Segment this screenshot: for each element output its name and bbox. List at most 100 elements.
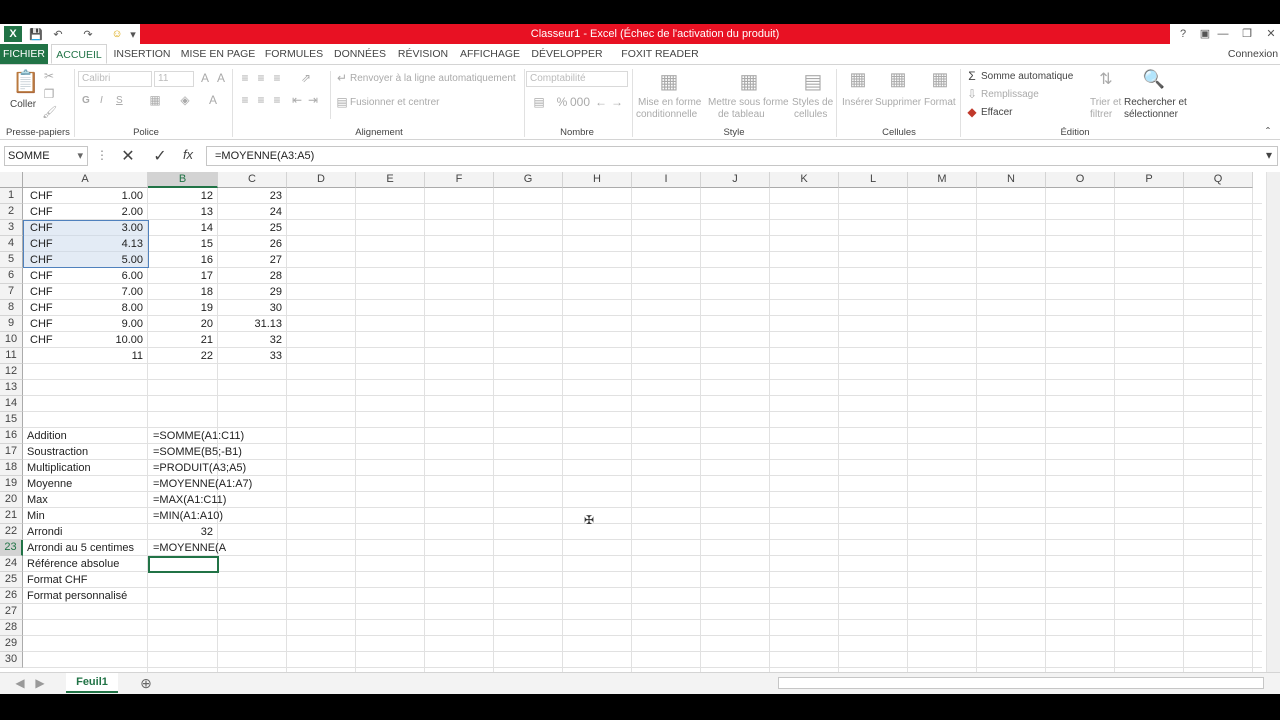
wrap-text-button[interactable]: Renvoyer à la ligne automatiquement xyxy=(350,73,516,84)
column-header-q[interactable]: Q xyxy=(1184,172,1253,188)
delete-cells-button[interactable]: Supprimer xyxy=(875,97,921,108)
row-header-13[interactable]: 13 xyxy=(0,380,23,396)
undo-icon[interactable]: ↶ xyxy=(50,26,66,42)
row-header-24[interactable]: 24 xyxy=(0,556,23,572)
cell-a21[interactable]: Min xyxy=(24,508,149,524)
vertical-scrollbar[interactable] xyxy=(1266,172,1280,672)
collapse-ribbon-icon[interactable]: ˆ xyxy=(1262,125,1274,139)
cell-b10[interactable]: 21 xyxy=(148,332,216,348)
cell-c9[interactable]: 31.13 xyxy=(218,316,285,332)
insert-cells-button[interactable]: Insérer xyxy=(842,97,873,108)
clear-button[interactable]: Effacer xyxy=(981,107,1013,118)
cell-b19[interactable]: =MOYENNE(A1:A7) xyxy=(150,476,252,492)
row-header-18[interactable]: 18 xyxy=(0,460,23,476)
cell-b23[interactable]: =MOYENNE(A xyxy=(150,540,226,556)
paste-button[interactable]: Coller xyxy=(10,99,36,110)
tab-accueil[interactable]: ACCUEIL xyxy=(51,44,107,64)
font-size-select[interactable]: 11 xyxy=(154,71,194,87)
align-middle-icon[interactable]: ≡ xyxy=(254,71,268,85)
cell-b11[interactable]: 22 xyxy=(148,348,216,364)
sort-filter-icon[interactable]: ⇅ xyxy=(1094,69,1118,95)
cell-a18[interactable]: Multiplication xyxy=(24,460,149,476)
orientation-icon[interactable]: ⇗ xyxy=(296,71,316,85)
bold-button[interactable]: G xyxy=(82,95,90,106)
cell-c3[interactable]: 25 xyxy=(218,220,285,236)
cell-c10[interactable]: 32 xyxy=(218,332,285,348)
cell-styles-label-1[interactable]: Styles de xyxy=(792,97,833,108)
row-header-5[interactable]: 5 xyxy=(0,252,23,268)
active-cell-b23[interactable] xyxy=(148,556,219,573)
row-header-21[interactable]: 21 xyxy=(0,508,23,524)
select-all-corner[interactable] xyxy=(0,172,23,188)
font-name-select[interactable]: Calibri xyxy=(78,71,152,87)
cell-a16[interactable]: Addition xyxy=(24,428,149,444)
cell-styles-icon[interactable]: ▤ xyxy=(800,69,826,95)
accounting-format-icon[interactable]: ▤ xyxy=(528,95,550,109)
cancel-icon[interactable]: ✕ xyxy=(118,146,138,166)
tab-revision[interactable]: RÉVISION xyxy=(396,44,450,64)
cell-b6[interactable]: 17 xyxy=(148,268,216,284)
cell-a19[interactable]: Moyenne xyxy=(24,476,149,492)
format-table-label-1[interactable]: Mettre sous forme xyxy=(708,97,789,108)
name-box-dropdown-icon[interactable]: ▾ xyxy=(77,147,83,165)
cell-b1[interactable]: 12 xyxy=(148,188,216,204)
horizontal-scrollbar[interactable] xyxy=(778,677,1264,689)
expand-formula-icon[interactable]: ▾ xyxy=(1262,148,1276,162)
comma-style-icon[interactable]: 000 xyxy=(570,95,590,109)
cell-b2[interactable]: 13 xyxy=(148,204,216,220)
copy-icon[interactable]: ❐ xyxy=(42,87,56,101)
cell-a3[interactable]: 3.00 xyxy=(23,220,146,236)
fill-color-icon[interactable]: ◈ xyxy=(176,93,194,107)
tab-donnees[interactable]: DONNÉES xyxy=(332,44,388,64)
row-header-22[interactable]: 22 xyxy=(0,524,23,540)
paste-icon[interactable]: 📋 xyxy=(12,69,39,95)
cell-styles-label-2[interactable]: cellules xyxy=(794,109,827,120)
cell-c4[interactable]: 26 xyxy=(218,236,285,252)
next-sheet-icon[interactable]: ▶ xyxy=(34,676,46,690)
cell-a20[interactable]: Max xyxy=(24,492,149,508)
smiley-feedback-icon[interactable]: ☺ xyxy=(108,26,126,42)
row-header-28[interactable]: 28 xyxy=(0,620,23,636)
minimize-icon[interactable]: — xyxy=(1212,26,1234,42)
row-header-29[interactable]: 29 xyxy=(0,636,23,652)
name-box[interactable]: SOMME ▾ xyxy=(4,146,88,166)
column-header-c[interactable]: C xyxy=(218,172,287,188)
cell-a9[interactable]: 9.00 xyxy=(23,316,146,332)
tab-fichier[interactable]: FICHIER xyxy=(0,44,48,64)
borders-icon[interactable]: ▦ xyxy=(146,93,164,107)
column-header-i[interactable]: I xyxy=(632,172,701,188)
italic-button[interactable]: I xyxy=(100,95,103,106)
autosum-icon[interactable]: Σ xyxy=(966,69,978,83)
prev-sheet-icon[interactable]: ◀ xyxy=(14,676,26,690)
column-header-h[interactable]: H xyxy=(563,172,632,188)
decrease-indent-icon[interactable]: ⇤ xyxy=(290,93,304,107)
number-format-select[interactable]: Comptabilité xyxy=(526,71,628,87)
row-header-23[interactable]: 23 xyxy=(0,540,23,556)
cell-a25[interactable]: Format CHF xyxy=(24,572,149,588)
cell-c6[interactable]: 28 xyxy=(218,268,285,284)
cell-a2[interactable]: 2.00 xyxy=(23,204,146,220)
format-table-label-2[interactable]: de tableau xyxy=(718,109,765,120)
cell-a17[interactable]: Soustraction xyxy=(24,444,149,460)
decrease-decimal-icon[interactable]: → xyxy=(610,95,624,109)
formula-input[interactable]: =MOYENNE(A3:A5) xyxy=(206,146,1278,166)
find-select-label-2[interactable]: sélectionner xyxy=(1124,109,1178,120)
cell-b5[interactable]: 16 xyxy=(148,252,216,268)
cell-a22[interactable]: Arrondi xyxy=(24,524,149,540)
row-header-11[interactable]: 11 xyxy=(0,348,23,364)
merge-center-button[interactable]: Fusionner et centrer xyxy=(350,97,440,108)
column-header-p[interactable]: P xyxy=(1115,172,1184,188)
delete-cells-icon[interactable]: ▦ xyxy=(886,69,910,95)
column-header-k[interactable]: K xyxy=(770,172,839,188)
sort-filter-label-2[interactable]: filtrer xyxy=(1090,109,1112,120)
enter-icon[interactable]: ✓ xyxy=(150,146,170,166)
sheet-tab-feuil1[interactable]: Feuil1 xyxy=(66,673,118,693)
row-header-14[interactable]: 14 xyxy=(0,396,23,412)
align-left-icon[interactable]: ≡ xyxy=(238,93,252,107)
conditional-format-label-1[interactable]: Mise en forme xyxy=(638,97,701,108)
format-cells-icon[interactable]: ▦ xyxy=(928,69,952,95)
column-header-o[interactable]: O xyxy=(1046,172,1115,188)
column-header-b[interactable]: B xyxy=(148,172,218,188)
cell-b20[interactable]: =MAX(A1:C11) xyxy=(150,492,226,508)
conditional-format-label-2[interactable]: conditionnelle xyxy=(636,109,697,120)
